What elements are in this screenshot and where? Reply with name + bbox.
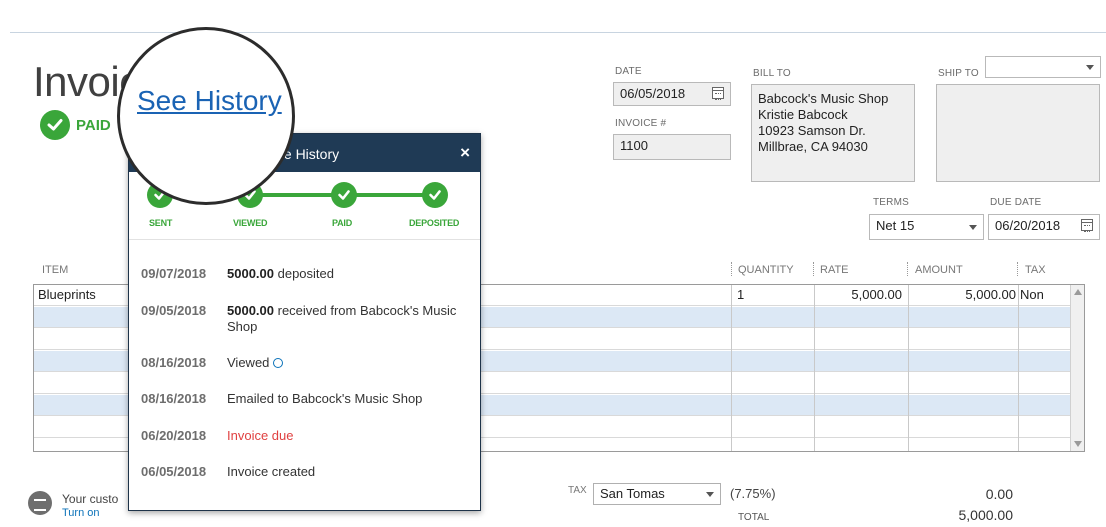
terms-value: Net 15 xyxy=(876,218,915,233)
history-text: Emailed to Babcock's Music Shop xyxy=(227,391,472,407)
table-scrollbar[interactable] xyxy=(1070,285,1084,451)
ship-to-label: SHIP TO xyxy=(938,68,979,79)
total-label: TOTAL xyxy=(738,512,770,523)
ship-to-address-field[interactable] xyxy=(936,84,1100,182)
column-divider xyxy=(908,285,909,451)
column-divider xyxy=(814,285,815,451)
step-label-deposited: DEPOSITED xyxy=(409,218,460,228)
message-icon xyxy=(28,491,52,515)
scroll-down-icon[interactable] xyxy=(1074,441,1082,447)
date-label: DATE xyxy=(615,66,642,77)
bill-to-label: BILL TO xyxy=(753,68,791,79)
step-deposited-check-icon xyxy=(422,182,448,208)
chevron-down-icon xyxy=(706,492,714,497)
paid-check-icon xyxy=(40,110,70,140)
tax-rate-select[interactable]: San Tomas xyxy=(593,483,721,505)
history-description: deposited xyxy=(274,266,334,281)
due-date-value: 06/20/2018 xyxy=(995,218,1061,233)
history-entry: 06/05/2018 Invoice created xyxy=(141,464,472,480)
column-divider xyxy=(1018,285,1019,451)
status-badge: PAID xyxy=(76,116,111,134)
chevron-down-icon xyxy=(969,225,977,230)
column-header-quantity[interactable]: QUANTITY xyxy=(738,264,794,276)
step-paid-check-icon xyxy=(331,182,357,208)
invoice-number-value: 1100 xyxy=(620,138,648,153)
date-field[interactable]: 06/05/2018 xyxy=(613,82,731,106)
due-date-label: DUE DATE xyxy=(990,197,1042,208)
info-icon[interactable] xyxy=(273,358,284,368)
tax-select-value: San Tomas xyxy=(600,486,665,501)
column-divider xyxy=(731,285,732,451)
close-icon[interactable]: × xyxy=(460,143,470,163)
tax-amount: 0.00 xyxy=(985,486,1013,502)
column-separator xyxy=(907,262,908,276)
history-entry: 09/07/2018 5000.00 deposited xyxy=(141,266,472,282)
cell-tax[interactable]: Non xyxy=(1020,287,1044,302)
history-entry: 09/05/2018 5000.00 received from Babcock… xyxy=(141,303,472,335)
history-text: Viewed xyxy=(227,355,472,371)
step-label-viewed: VIEWED xyxy=(233,218,268,228)
history-amount: 5000.00 xyxy=(227,303,274,318)
tax-rate-percent: (7.75%) xyxy=(730,486,776,501)
history-date: 09/05/2018 xyxy=(141,303,207,318)
scroll-up-icon[interactable] xyxy=(1074,289,1082,295)
history-date: 09/07/2018 xyxy=(141,266,207,281)
bill-to-line: Babcock's Music Shop xyxy=(758,91,889,106)
bill-to-line: Millbrae, CA 94030 xyxy=(758,139,868,154)
invoice-number-field[interactable]: 1100 xyxy=(613,134,731,160)
column-separator xyxy=(731,262,732,276)
step-label-sent: SENT xyxy=(149,218,173,228)
history-date: 08/16/2018 xyxy=(141,391,207,406)
history-text: 5000.00 deposited xyxy=(227,266,472,282)
history-entry: 06/20/2018 Invoice due xyxy=(141,428,472,444)
history-entry: 08/16/2018 Viewed xyxy=(141,355,472,371)
history-text: Invoice created xyxy=(227,464,472,480)
bill-to-line: Kristie Babcock xyxy=(758,107,848,122)
terms-select[interactable]: Net 15 xyxy=(869,214,984,240)
calendar-icon[interactable] xyxy=(1081,219,1093,232)
cell-quantity[interactable]: 1 xyxy=(737,287,744,302)
terms-label: TERMS xyxy=(873,197,909,208)
chevron-down-icon xyxy=(1086,65,1094,70)
history-description: Emailed to Babcock's Music Shop xyxy=(227,391,423,406)
column-header-item[interactable]: ITEM xyxy=(42,264,68,276)
history-text: Invoice due xyxy=(227,428,472,444)
history-date: 06/20/2018 xyxy=(141,428,207,443)
bill-to-field[interactable]: Babcock's Music Shop Kristie Babcock 109… xyxy=(751,84,915,182)
cell-amount[interactable]: 5,000.00 xyxy=(910,287,1016,302)
calendar-icon[interactable] xyxy=(712,87,724,100)
see-history-link[interactable]: See History xyxy=(137,85,282,117)
customer-message-text: Your custo xyxy=(62,492,119,506)
history-description: Viewed xyxy=(227,355,270,370)
history-description: Invoice created xyxy=(227,464,316,479)
cell-rate[interactable]: 5,000.00 xyxy=(816,287,902,302)
date-value: 06/05/2018 xyxy=(620,86,686,101)
column-header-amount[interactable]: AMOUNT xyxy=(915,264,963,276)
history-date: 08/16/2018 xyxy=(141,355,207,370)
cell-item[interactable]: Blueprints xyxy=(38,287,96,302)
step-label-paid: PAID xyxy=(332,218,353,228)
column-header-rate[interactable]: RATE xyxy=(820,264,849,276)
ship-to-select[interactable] xyxy=(985,56,1101,78)
column-separator xyxy=(813,262,814,276)
column-separator xyxy=(1017,262,1018,276)
history-amount: 5000.00 xyxy=(227,266,274,281)
magnifier-content: See History xyxy=(120,30,292,202)
turn-on-link[interactable]: Turn on xyxy=(62,507,100,519)
invoice-number-label: INVOICE # xyxy=(615,118,667,129)
bill-to-line: 10923 Samson Dr. xyxy=(758,123,866,138)
tracker-divider xyxy=(129,239,480,240)
magnifier-callout: See History xyxy=(117,27,295,205)
history-text: 5000.00 received from Babcock's Music Sh… xyxy=(227,303,472,335)
history-entry: 08/16/2018 Emailed to Babcock's Music Sh… xyxy=(141,391,472,407)
history-date: 06/05/2018 xyxy=(141,464,207,479)
history-description: Invoice due xyxy=(227,428,294,443)
total-amount: 5,000.00 xyxy=(958,507,1014,523)
due-date-field[interactable]: 06/20/2018 xyxy=(988,214,1100,240)
tax-label: TAX xyxy=(568,485,587,496)
column-header-tax[interactable]: TAX xyxy=(1025,264,1046,276)
